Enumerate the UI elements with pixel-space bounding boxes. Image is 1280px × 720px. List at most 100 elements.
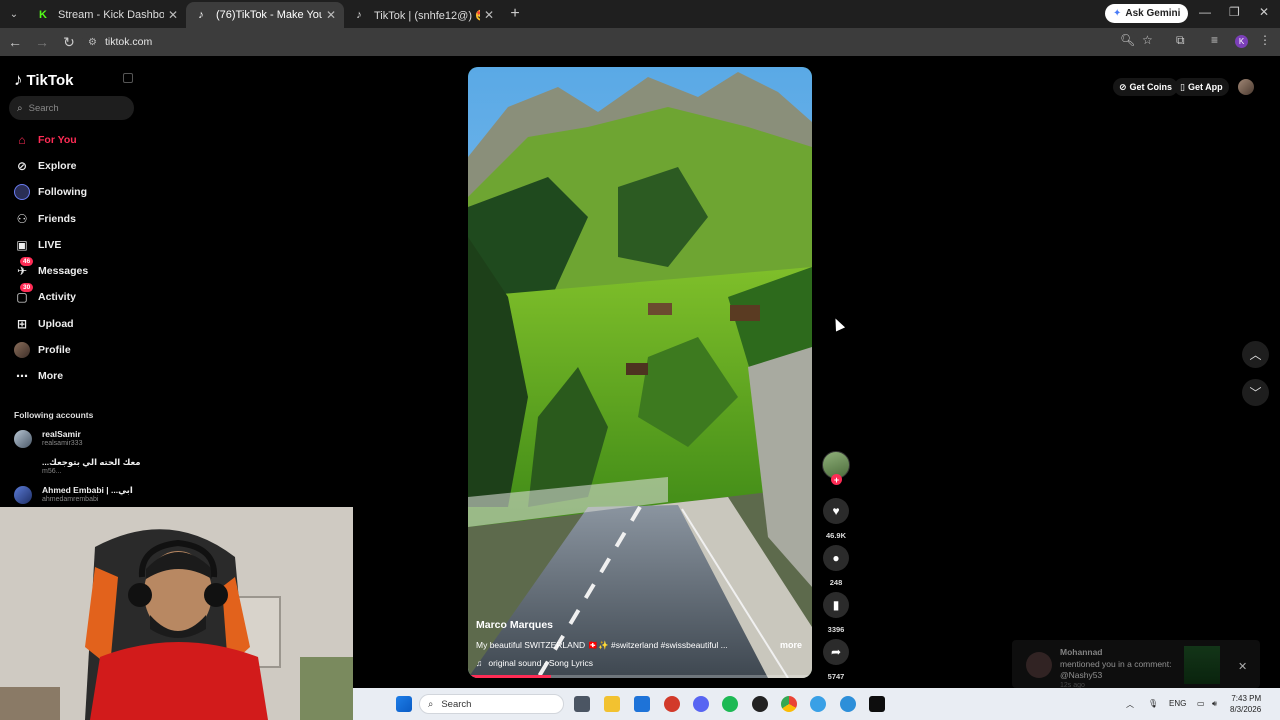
notification-name: Mohannad — [1060, 647, 1103, 657]
task-view-icon[interactable] — [574, 696, 590, 712]
search-icon: ⌕ — [428, 698, 434, 710]
sidebar-item-profile[interactable]: Profile — [12, 340, 71, 360]
get-app-label: Get App — [1187, 82, 1223, 92]
ask-gemini-button[interactable]: ✦ Ask Gemini — [1105, 4, 1189, 23]
video-author-name[interactable]: Marco Marques — [476, 619, 553, 631]
sidebar-item-for-you[interactable]: ⌂ For You — [12, 130, 77, 150]
restore-icon[interactable]: ❐ — [1229, 5, 1240, 19]
kick-app-icon[interactable] — [869, 696, 885, 712]
browser-alt-icon[interactable] — [840, 696, 856, 712]
language-indicator[interactable]: ENG — [1169, 699, 1186, 708]
tab-tiktok-foryou[interactable]: ♪ (76)TikTok - Make Your Day ✕ — [186, 2, 344, 28]
follow-plus-icon[interactable]: + — [831, 474, 842, 485]
extensions-icon[interactable]: ⧉ — [1176, 33, 1185, 48]
following-account-item[interactable]: ...معك الحته الي بتوجعك m56... — [14, 457, 141, 476]
new-tab-button[interactable]: + — [502, 5, 528, 23]
bookmark-icon[interactable]: ▮ — [823, 592, 849, 618]
following-accounts-heading: Following accounts — [14, 410, 94, 420]
sidebar-item-label: Profile — [38, 344, 71, 356]
sidebar-item-label: Following — [38, 186, 87, 198]
tab-close-icon[interactable]: ✕ — [168, 8, 178, 22]
sidebar-item-following[interactable]: Following — [12, 182, 87, 202]
minimize-icon[interactable]: — — [1199, 5, 1211, 19]
comment-count: 248 — [829, 578, 843, 587]
kebab-menu-icon[interactable]: ⋮ — [1259, 33, 1271, 47]
back-arrow-icon[interactable]: ← — [3, 30, 27, 54]
get-app-button[interactable]: ▯ Get App — [1174, 78, 1229, 96]
tiktok-logo[interactable]: ♪ TikTok — [14, 70, 73, 90]
sidebar-item-more[interactable]: ⋯ More — [12, 366, 63, 386]
sidebar-item-label: Friends — [38, 213, 76, 225]
profile-avatar[interactable] — [1238, 79, 1254, 95]
window-close-icon[interactable]: ✕ — [1259, 5, 1269, 19]
sidebar-item-label: Activity — [38, 291, 76, 303]
taskbar-clock[interactable]: 7:43 PM 8/3/2026 — [1230, 693, 1261, 715]
following-account-item[interactable]: realSamir realsamir333 — [14, 429, 82, 448]
chrome-icon[interactable] — [781, 696, 797, 712]
previous-video-button[interactable]: ︿ — [1242, 341, 1269, 368]
microphone-icon[interactable]: 🎙︎ — [1148, 699, 1158, 708]
video-progress-bar[interactable] — [468, 675, 812, 678]
address-bar[interactable]: ⚙ tiktok.com — [82, 31, 1138, 53]
heart-icon[interactable]: ♥ — [823, 498, 849, 524]
following-avatar-icon — [12, 184, 32, 200]
messages-icon: ✈ 46 — [12, 257, 34, 279]
share-arrow-icon[interactable]: ➦ — [823, 639, 849, 665]
sidebar-item-activity[interactable]: ▢ 30 Activity — [12, 283, 76, 307]
video-player[interactable]: Marco Marques My beautiful SWITZERLAND 🇨… — [468, 67, 812, 678]
more-link[interactable]: more — [780, 640, 802, 650]
following-account-item[interactable]: Ahmed Embabi | ...ابي ahmedamrembabi — [14, 485, 133, 504]
forward-arrow-icon[interactable]: → — [30, 30, 54, 54]
search-input[interactable]: ⌕ Search — [9, 96, 134, 120]
obs-icon[interactable] — [752, 696, 768, 712]
tab-close-icon[interactable]: ✕ — [326, 8, 336, 22]
media-controls-icon[interactable]: ≡ — [1211, 33, 1218, 47]
network-icon[interactable]: ▭ — [1197, 699, 1205, 708]
tab-search-icon[interactable]: ⌄ — [0, 0, 28, 28]
file-explorer-icon[interactable] — [604, 696, 620, 712]
reload-icon[interactable]: ↻ — [57, 30, 81, 54]
zoom-icon[interactable]: 🔍︎ — [1120, 33, 1135, 47]
tray-chevron-icon[interactable]: ︿ — [1126, 699, 1134, 710]
ask-gemini-label: Ask Gemini — [1125, 8, 1181, 19]
like-action[interactable]: ♥ 46.9K — [822, 498, 850, 540]
collapse-sidebar-icon[interactable] — [123, 73, 133, 83]
tab-tiktok-profile[interactable]: ♪ TikTok | (snhfe12@) 🤩💖 شهد ✕ — [344, 2, 502, 28]
share-action[interactable]: ➦ 5747 — [822, 639, 850, 681]
next-video-button[interactable]: ﹀ — [1242, 379, 1269, 406]
chevron-down-icon: ﹀ — [1249, 386, 1262, 400]
tab-kick-dashboard[interactable]: K Stream - Kick Dashboard ✕ — [28, 2, 186, 28]
sidebar-item-upload[interactable]: ⊞ Upload — [12, 314, 74, 334]
get-coins-button[interactable]: ⊘ Get Coins — [1113, 78, 1179, 96]
spotify-icon[interactable] — [722, 696, 738, 712]
chrome-profile-avatar[interactable]: K — [1235, 35, 1248, 48]
browser-icon[interactable] — [810, 696, 826, 712]
site-info-icon[interactable]: ⚙ — [88, 37, 97, 48]
sidebar-item-live[interactable]: ▣ LIVE — [12, 235, 61, 255]
search-icon: ⌕ — [17, 102, 23, 114]
volume-icon[interactable]: 🔊︎ — [1212, 699, 1217, 709]
taskbar-search[interactable]: ⌕ Search — [419, 694, 564, 714]
sidebar-item-friends[interactable]: ⚇ Friends — [12, 209, 76, 229]
tab-close-icon[interactable]: ✕ — [484, 8, 494, 22]
bookmark-star-icon[interactable]: ☆ — [1142, 33, 1153, 47]
save-action[interactable]: ▮ 3396 — [822, 592, 850, 634]
mention-notification[interactable]: Mohannad mentioned you in a comment: @Na… — [1012, 640, 1260, 689]
sidebar-item-messages[interactable]: ✈ 46 Messages — [12, 257, 88, 281]
store-icon[interactable] — [634, 696, 650, 712]
app-icon[interactable] — [664, 696, 680, 712]
sidebar-item-label: For You — [38, 134, 77, 146]
kick-favicon-icon: K — [39, 9, 47, 21]
windows-start-icon[interactable] — [396, 696, 412, 712]
discord-icon[interactable] — [693, 696, 709, 712]
notification-message: mentioned you in a comment: @Nashy53 — [1060, 659, 1172, 680]
close-icon[interactable]: ✕ — [1238, 660, 1247, 673]
sidebar-item-explore[interactable]: ⊘ Explore — [12, 156, 77, 176]
comment-action[interactable]: ● 248 — [822, 545, 850, 587]
video-music[interactable]: ♫ original sound - Song Lyrics — [476, 658, 593, 668]
account-name: ...معك الحته الي بتوجعك — [42, 457, 141, 467]
compass-icon: ⊘ — [16, 159, 28, 173]
comment-icon[interactable]: ● — [823, 545, 849, 571]
mouse-cursor — [830, 316, 846, 332]
account-name: Ahmed Embabi | ...ابي — [42, 485, 133, 495]
